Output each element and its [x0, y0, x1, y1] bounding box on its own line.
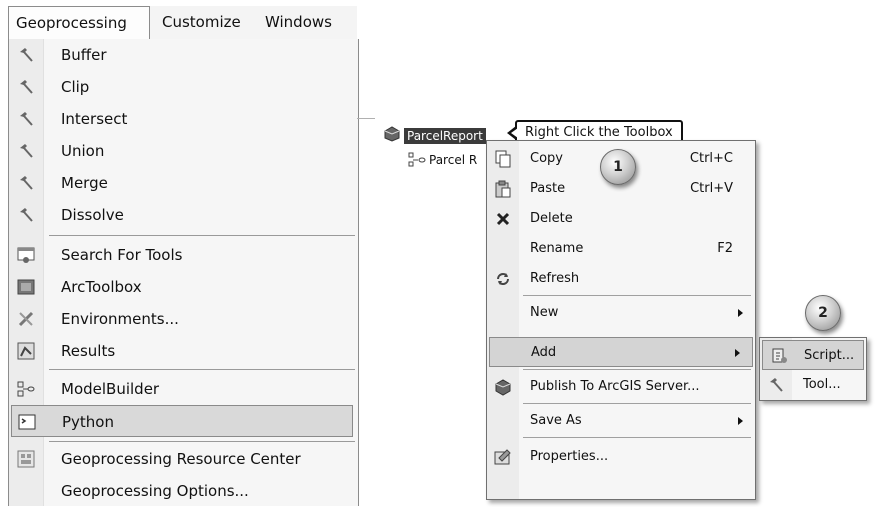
- properties-icon: [494, 449, 511, 465]
- context-item-label: Add: [531, 345, 557, 360]
- shortcut-label: Ctrl+C: [689, 151, 733, 166]
- submenu-item-script[interactable]: Script...: [762, 340, 864, 370]
- results-icon: [17, 342, 35, 360]
- menu-item-dissolve[interactable]: Dissolve: [9, 199, 358, 231]
- context-item-label: Publish To ArcGIS Server...: [530, 379, 700, 394]
- submenu-arrow-icon: [738, 309, 743, 317]
- context-item-delete[interactable]: Delete: [487, 204, 755, 234]
- context-item-label: New: [530, 305, 559, 320]
- menu-item-union[interactable]: Union: [9, 135, 358, 167]
- resource-center-icon: [17, 450, 35, 468]
- menu-item-label: ArcToolbox: [61, 278, 142, 296]
- menu-item-environments[interactable]: Environments...: [9, 303, 358, 335]
- geoprocessing-menu: Buffer Clip Intersect Union Merge Dissol…: [8, 39, 359, 506]
- menu-separator: [523, 295, 751, 296]
- hammer-icon: [20, 112, 33, 126]
- add-submenu: Script... Tool...: [759, 337, 867, 401]
- submenu-arrow-icon: [738, 417, 743, 425]
- menu-item-label: Merge: [61, 174, 108, 192]
- copy-icon: [495, 150, 511, 168]
- menu-separator: [523, 369, 751, 370]
- menu-item-label: Clip: [61, 78, 90, 96]
- context-item-refresh[interactable]: Refresh: [487, 264, 755, 294]
- divider: [357, 118, 375, 119]
- menu-item-python[interactable]: Python: [11, 405, 353, 437]
- script-icon: [772, 348, 787, 363]
- menu-item-label: Intersect: [61, 110, 128, 128]
- context-item-label: Paste: [530, 181, 566, 196]
- menu-windows[interactable]: Windows: [265, 6, 332, 39]
- context-item-label: Refresh: [530, 271, 580, 286]
- model-icon: [408, 152, 426, 167]
- context-item-new[interactable]: New: [487, 298, 755, 328]
- context-menu: Copy Ctrl+C Paste Ctrl+V Delete Rename F…: [486, 140, 756, 500]
- context-item-rename[interactable]: Rename F2: [487, 234, 755, 264]
- menu-item-label: Python: [62, 413, 114, 431]
- python-window-icon: [18, 414, 36, 430]
- toolbox-icon: [384, 126, 400, 142]
- tree-item-parcel-model[interactable]: Parcel R: [429, 153, 477, 167]
- hammer-icon: [20, 208, 33, 222]
- submenu-arrow-icon: [735, 349, 740, 357]
- menu-separator: [523, 437, 751, 438]
- hammer-icon: [20, 144, 33, 158]
- menu-item-label: Environments...: [61, 310, 179, 328]
- menu-customize[interactable]: Customize: [162, 6, 241, 39]
- menu-separator: [49, 441, 355, 442]
- menu-item-label: Geoprocessing Resource Center: [61, 450, 301, 468]
- context-item-label: Save As: [530, 413, 582, 428]
- shortcut-label: Ctrl+V: [690, 181, 733, 196]
- hammer-icon: [20, 176, 33, 190]
- menu-item-label: Dissolve: [61, 206, 124, 224]
- context-item-properties[interactable]: Properties...: [487, 442, 755, 472]
- menu-item-results[interactable]: Results: [9, 335, 358, 367]
- search-window-icon: [17, 247, 35, 263]
- context-item-label: Rename: [530, 241, 584, 256]
- menu-item-resource-center[interactable]: Geoprocessing Resource Center: [9, 443, 358, 475]
- menu-item-clip[interactable]: Clip: [9, 71, 358, 103]
- submenu-item-label: Script...: [804, 348, 855, 363]
- menu-item-arctoolbox[interactable]: ArcToolbox: [9, 271, 358, 303]
- tools-icon: [18, 311, 34, 327]
- context-item-label: Copy: [530, 151, 563, 166]
- menu-item-merge[interactable]: Merge: [9, 167, 358, 199]
- shortcut-label: F2: [717, 241, 733, 256]
- menu-item-modelbuilder[interactable]: ModelBuilder: [9, 373, 358, 405]
- refresh-icon: [497, 273, 509, 285]
- submenu-item-label: Tool...: [803, 377, 841, 392]
- menu-bar: Geoprocessing Customize Windows: [8, 6, 357, 40]
- menu-item-buffer[interactable]: Buffer: [9, 39, 358, 71]
- hammer-icon: [770, 378, 783, 392]
- context-item-label: Properties...: [530, 449, 609, 464]
- menu-item-label: Union: [61, 142, 105, 160]
- step-badge-1: 1: [600, 149, 636, 185]
- model-icon: [17, 381, 35, 397]
- context-item-publish[interactable]: Publish To ArcGIS Server...: [487, 372, 755, 402]
- menu-item-geoprocessing-options[interactable]: Geoprocessing Options...: [9, 475, 358, 507]
- menu-geoprocessing[interactable]: Geoprocessing: [8, 6, 150, 40]
- menu-item-intersect[interactable]: Intersect: [9, 103, 358, 135]
- hammer-icon: [20, 80, 33, 94]
- menu-separator: [523, 403, 751, 404]
- publish-icon: [495, 379, 511, 396]
- paste-icon: [495, 180, 511, 198]
- menu-item-label: Buffer: [61, 46, 107, 64]
- menu-item-search-for-tools[interactable]: Search For Tools: [9, 239, 358, 271]
- step-badge-2: 2: [805, 295, 841, 331]
- submenu-item-tool[interactable]: Tool...: [760, 370, 866, 400]
- menu-item-label: Search For Tools: [61, 246, 183, 264]
- menu-item-label: Geoprocessing Options...: [61, 482, 249, 500]
- tree-item-parcelreport[interactable]: ParcelReport: [404, 128, 486, 144]
- hammer-icon: [20, 48, 33, 62]
- context-item-save-as[interactable]: Save As: [487, 406, 755, 436]
- menu-separator: [49, 369, 355, 370]
- menu-item-label: Results: [61, 342, 116, 360]
- menu-separator: [49, 235, 355, 236]
- context-item-label: Delete: [530, 211, 573, 226]
- menu-item-label: ModelBuilder: [61, 380, 160, 398]
- delete-icon: [496, 212, 510, 226]
- context-item-add[interactable]: Add: [489, 337, 753, 367]
- toolbox-icon: [17, 279, 35, 295]
